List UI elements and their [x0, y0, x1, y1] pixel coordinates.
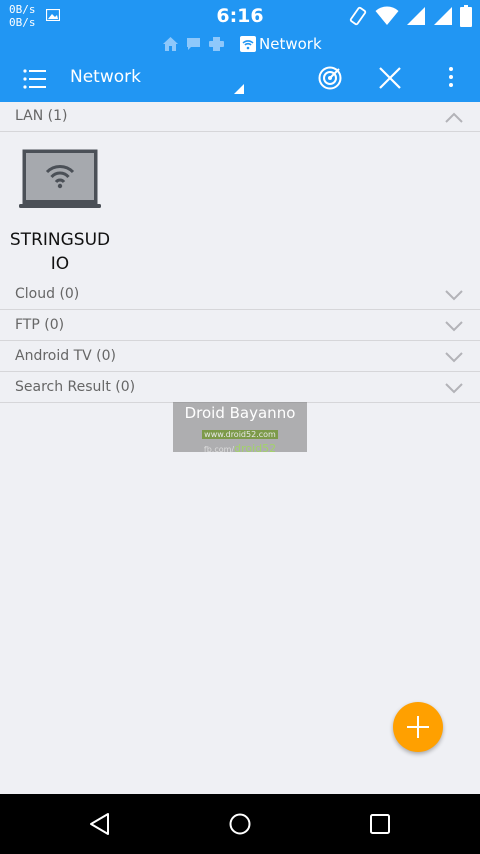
- home-icon[interactable]: [228, 812, 252, 836]
- chevron-down-icon[interactable]: [445, 290, 463, 301]
- watermark-fb-prefix: fb.com/: [203, 445, 235, 454]
- add-button[interactable]: [393, 702, 443, 752]
- laptop-wifi-icon: [19, 149, 101, 208]
- battery-icon: [460, 5, 472, 27]
- chevron-down-icon[interactable]: [445, 321, 463, 332]
- chevron-up-icon[interactable]: [445, 112, 463, 123]
- home-icon[interactable]: [163, 37, 178, 51]
- toolbar-title[interactable]: Network: [70, 67, 141, 87]
- section-header-android-tv[interactable]: Android TV (0): [0, 342, 480, 372]
- chevron-down-icon[interactable]: [445, 383, 463, 394]
- signal-icon: [407, 7, 425, 25]
- scan-icon[interactable]: [317, 65, 343, 91]
- section-header-lan[interactable]: LAN (1): [0, 102, 480, 132]
- lan-device-item[interactable]: STRINGSUDIO: [8, 146, 112, 276]
- plus-icon: [407, 716, 429, 738]
- section-label: LAN (1): [15, 108, 68, 124]
- section-label: FTP (0): [15, 317, 65, 333]
- watermark-site: www.droid52.com: [202, 430, 278, 439]
- section-label: Cloud (0): [15, 286, 80, 302]
- watermark-fb-handle: droid52: [234, 442, 277, 455]
- watermark-title: Droid Bayanno: [184, 404, 296, 422]
- breadcrumb-icons: [163, 37, 224, 51]
- watermark: Droid Bayanno www.droid52.com fb.com/dro…: [173, 402, 307, 455]
- breadcrumb: Network: [0, 32, 480, 56]
- toolbar: Network: [0, 56, 480, 102]
- status-bar: 0B/s 0B/s 6:16: [0, 0, 480, 32]
- section-label: Search Result (0): [15, 379, 136, 395]
- rotate-icon: [349, 6, 367, 26]
- dropdown-triangle-icon[interactable]: [234, 84, 244, 94]
- more-vert-icon[interactable]: [438, 65, 464, 91]
- signal-icon: [434, 7, 452, 25]
- status-icons: [348, 4, 472, 28]
- close-icon[interactable]: [377, 65, 403, 91]
- wifi-icon: [240, 36, 256, 52]
- section-header-cloud[interactable]: Cloud (0): [0, 280, 480, 310]
- device-name: STRINGSUDIO: [9, 230, 111, 274]
- wifi-icon: [375, 6, 399, 25]
- navigation-bar: [0, 794, 480, 854]
- back-icon[interactable]: [88, 812, 110, 836]
- watermark-fb: fb.com/droid52: [173, 442, 307, 455]
- section-header-search-result[interactable]: Search Result (0): [0, 373, 480, 403]
- recent-apps-icon[interactable]: [369, 813, 391, 835]
- printer-icon[interactable]: [209, 37, 224, 51]
- menu-icon[interactable]: [22, 66, 48, 92]
- chevron-down-icon[interactable]: [445, 352, 463, 363]
- breadcrumb-current[interactable]: Network: [240, 35, 322, 53]
- breadcrumb-label: Network: [259, 35, 322, 53]
- section-header-ftp[interactable]: FTP (0): [0, 311, 480, 341]
- section-label: Android TV (0): [15, 348, 116, 364]
- chat-icon[interactable]: [186, 37, 201, 51]
